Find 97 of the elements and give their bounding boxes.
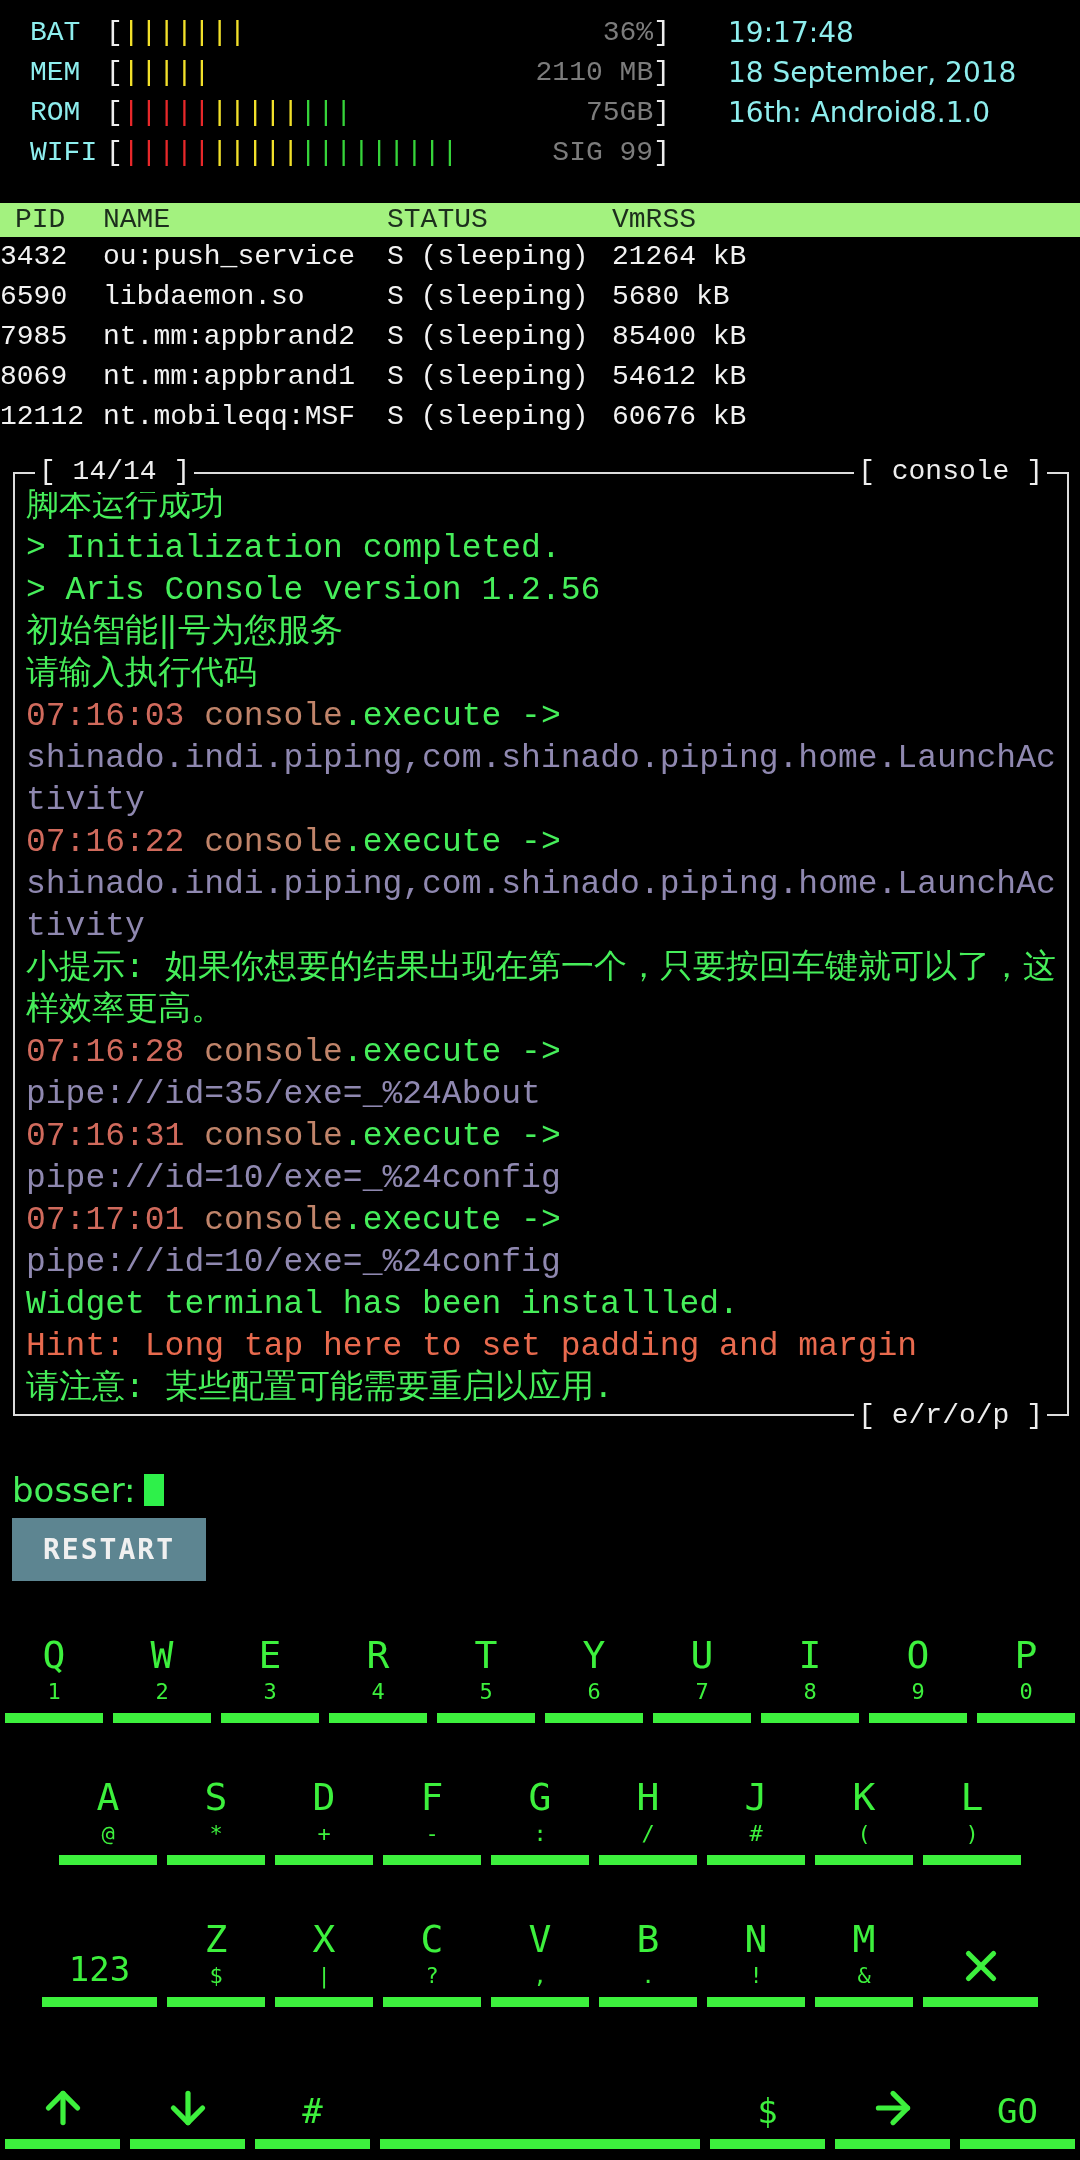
keyboard-key[interactable]: D + bbox=[275, 1753, 373, 1865]
meter-label: MEM bbox=[30, 56, 82, 90]
table-cell-text: ou:push_service bbox=[103, 240, 357, 274]
keyboard-key[interactable]: K ( bbox=[815, 1753, 913, 1865]
meter-bars: ||||||| bbox=[122, 12, 247, 54]
keyboard-key[interactable]: $ bbox=[710, 2037, 825, 2149]
meter-value: 75GB bbox=[585, 96, 654, 130]
bracket: [ bbox=[106, 16, 123, 50]
keyboard-key[interactable]: J # bbox=[707, 1753, 805, 1865]
keyboard-key[interactable]: Q 1 bbox=[5, 1611, 103, 1723]
table-cell-text: 85400 kB bbox=[612, 320, 748, 354]
table-cell-text: 8069 bbox=[0, 360, 69, 394]
log-entry: 07:16:03 console.execute -> shinado.indi.piping,com.shinado.piping.home.LaunchActivity bbox=[26, 697, 1056, 821]
table-cell-text: 12112 bbox=[0, 400, 85, 434]
keyboard-key[interactable]: I 8 bbox=[761, 1611, 859, 1723]
hint-line: Hint: Long tap here to set padding and margin bbox=[26, 1327, 919, 1367]
table-cell-text: 54612 kB bbox=[612, 360, 748, 394]
table-cell-text: 60676 kB bbox=[612, 400, 748, 434]
clock-time: 19:17:48 bbox=[728, 15, 855, 51]
log-entry: 07:16:22 console.execute -> shinado.indi.piping,com.shinado.piping.home.LaunchActivity bbox=[26, 823, 1056, 947]
keyboard-key[interactable]: A @ bbox=[59, 1753, 157, 1865]
table-cell-text: 7985 bbox=[0, 320, 69, 354]
keyboard-key[interactable]: GO bbox=[960, 2037, 1075, 2149]
bracket: ] bbox=[653, 96, 670, 130]
bracket: ] bbox=[653, 136, 670, 170]
table-cell-text: 5680 kB bbox=[612, 280, 731, 314]
column-header: PID bbox=[14, 203, 67, 237]
bracket: ] bbox=[653, 16, 670, 50]
table-cell-text: nt.mm:appbrand1 bbox=[103, 360, 357, 394]
keyboard-key[interactable]: W 2 bbox=[113, 1611, 211, 1723]
console-line: 请输入执行代码 bbox=[26, 654, 258, 695]
keyboard-key[interactable]: 123 bbox=[42, 1895, 157, 2007]
keyboard-key[interactable]: F - bbox=[383, 1753, 481, 1865]
column-header: NAME bbox=[103, 203, 172, 237]
keyboard-key[interactable]: Y 6 bbox=[545, 1611, 643, 1723]
keyboard-key[interactable]: V , bbox=[491, 1895, 589, 2007]
meter-bars: ||||||||| bbox=[299, 132, 460, 174]
text-cursor bbox=[143, 1474, 164, 1506]
column-header: VmRSS bbox=[612, 203, 697, 237]
bracket: [ bbox=[106, 56, 123, 90]
table-cell-text: 6590 bbox=[0, 280, 69, 314]
keyboard-key[interactable]: T 5 bbox=[437, 1611, 535, 1723]
keyboard-key[interactable]: Z $ bbox=[167, 1895, 265, 2007]
meter-bars: ||| bbox=[299, 92, 353, 134]
bracket: [ bbox=[106, 96, 123, 130]
keyboard-key[interactable]: M & bbox=[815, 1895, 913, 2007]
meter-value: 36% bbox=[602, 16, 654, 50]
keyboard-key[interactable]: S * bbox=[167, 1753, 265, 1865]
keyboard-key[interactable]: G : bbox=[491, 1753, 589, 1865]
meter-value: 2110 MB bbox=[535, 56, 654, 90]
console-line: > Initialization completed. bbox=[26, 529, 562, 569]
log-entry: 07:16:31 console.execute -> pipe://id=10/exe=_%24config bbox=[26, 1117, 562, 1199]
keyboard-key[interactable]: P 0 bbox=[977, 1611, 1075, 1723]
keyboard-key[interactable]: O 9 bbox=[869, 1611, 967, 1723]
keyboard-key[interactable]: H / bbox=[599, 1753, 697, 1865]
console-line: > Aris Console version 1.2.56 bbox=[26, 571, 602, 611]
table-cell-text: 21264 kB bbox=[612, 240, 748, 274]
keyboard-key[interactable]: C ? bbox=[383, 1895, 481, 2007]
table-cell-text: S (sleeping) bbox=[387, 240, 590, 274]
restart-button[interactable]: RESTART bbox=[12, 1518, 206, 1581]
console-line: 小提示: 如果你想要的结果出现在第一个，只要按回车键就可以了，这样效率更高。 bbox=[26, 948, 1056, 1031]
table-cell-text: nt.mm:appbrand2 bbox=[103, 320, 357, 354]
clock-date: 18 September, 2018 bbox=[728, 55, 1017, 91]
keyboard-key[interactable]: B . bbox=[599, 1895, 697, 2007]
meter-bars: ||||| bbox=[122, 52, 212, 94]
table-cell-text: S (sleeping) bbox=[387, 400, 590, 434]
bracket: ] bbox=[653, 56, 670, 90]
console-line: Widget terminal has been installled. bbox=[26, 1285, 740, 1325]
device-info: 16th: Android8.1.0 bbox=[728, 95, 992, 131]
table-cell-text: 3432 bbox=[0, 240, 69, 274]
meter-bars: ||||| bbox=[122, 132, 212, 174]
bracket: [ bbox=[106, 136, 123, 170]
keyboard-key[interactable]: L ) bbox=[923, 1753, 1021, 1865]
table-cell-text: S (sleeping) bbox=[387, 280, 590, 314]
table-cell-text: S (sleeping) bbox=[387, 360, 590, 394]
table-cell-text: nt.mobileqq:MSF bbox=[103, 400, 357, 434]
console-line: 请注意: 某些配置可能需要重启以应用. bbox=[26, 1368, 615, 1409]
keyboard-key[interactable]: X | bbox=[275, 1895, 373, 2007]
keyboard-key[interactable]: N ! bbox=[707, 1895, 805, 2007]
keyboard-key[interactable]: # bbox=[255, 2037, 370, 2149]
prompt-label: bosser: bbox=[12, 1468, 136, 1512]
table-cell-text: libdaemon.so bbox=[103, 280, 306, 314]
log-entry: 07:16:28 console.execute -> pipe://id=35/exe=_%24About bbox=[26, 1033, 562, 1115]
table-cell-text: S (sleeping) bbox=[387, 320, 590, 354]
log-entry: 07:17:01 console.execute -> pipe://id=10/exe=_%24config bbox=[26, 1201, 562, 1283]
meter-value: SIG 99 bbox=[552, 136, 654, 170]
meter-bars: ||||| bbox=[211, 132, 300, 174]
column-header: STATUS bbox=[387, 203, 489, 237]
keyboard-key[interactable]: E 3 bbox=[221, 1611, 319, 1723]
meter-label: ROM bbox=[30, 96, 82, 130]
meter-bars: ||||| bbox=[211, 92, 300, 134]
keyboard-key[interactable]: R 4 bbox=[329, 1611, 427, 1723]
keyboard-key[interactable]: U 7 bbox=[653, 1611, 751, 1723]
meter-label: WIFI bbox=[30, 136, 99, 170]
meter-label: BAT bbox=[30, 16, 82, 50]
meter-bars: ||||| bbox=[122, 92, 212, 134]
console-line: 初始智能‖号为您服务 bbox=[26, 612, 344, 653]
